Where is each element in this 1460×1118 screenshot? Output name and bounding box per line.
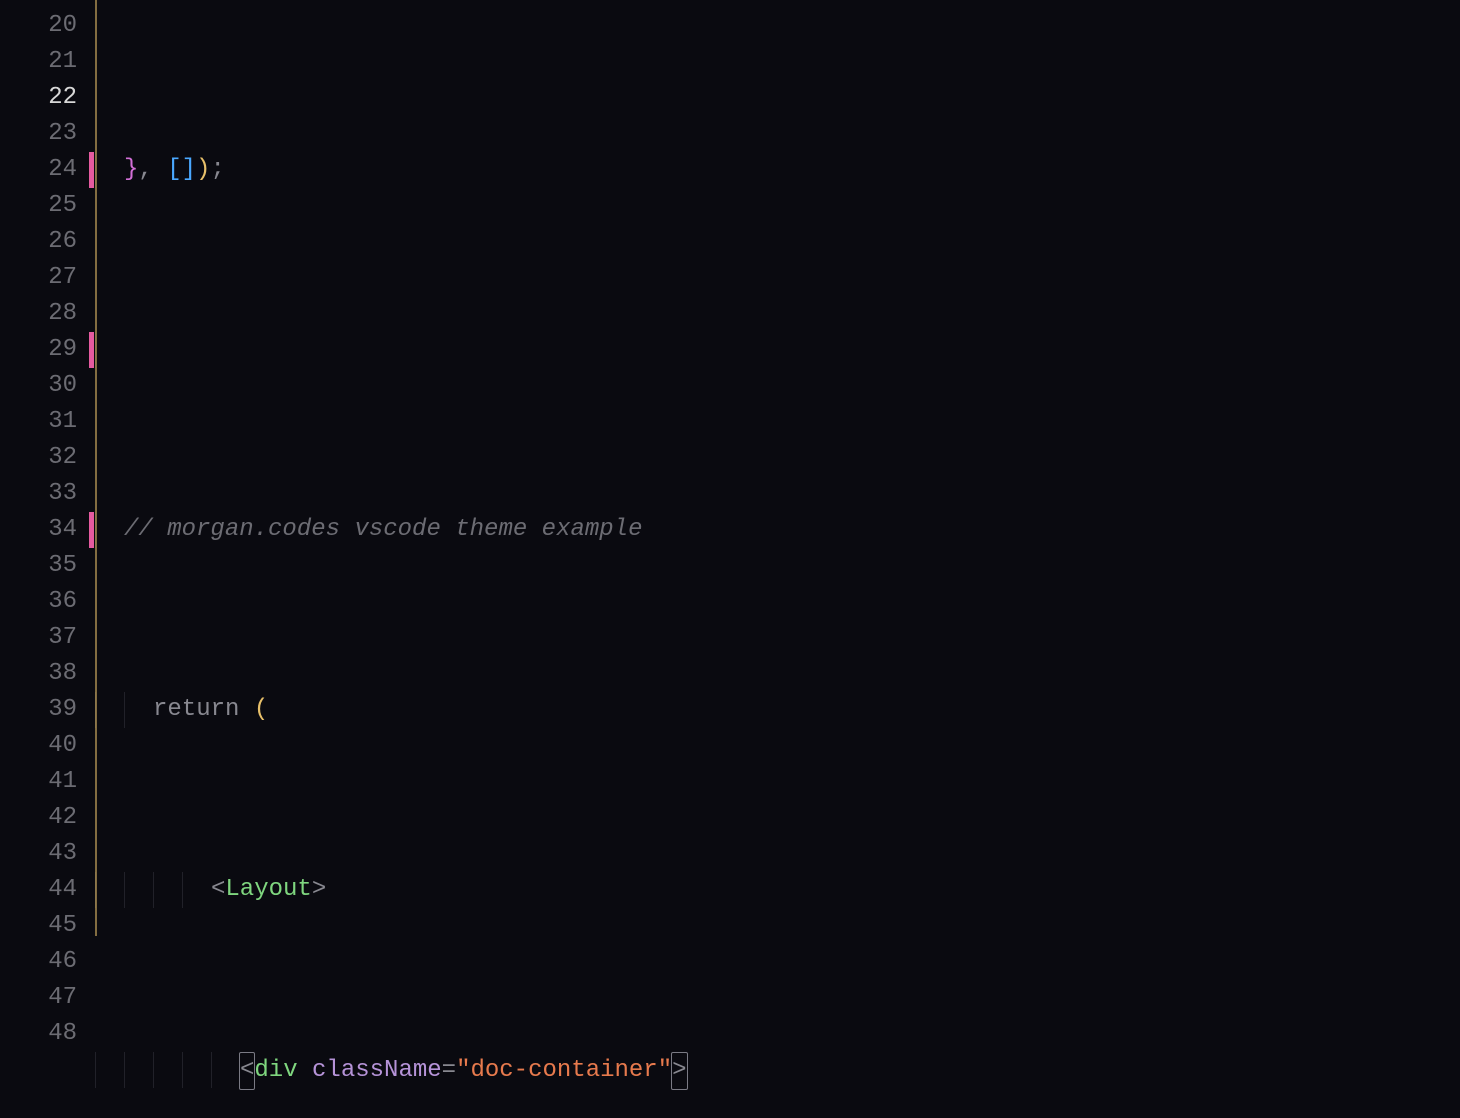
angle-open: < <box>211 876 225 903</box>
line-number: 43 <box>0 836 95 872</box>
code-line[interactable]: }, []); <box>95 152 1460 188</box>
line-number: 39 <box>0 692 95 728</box>
brace-close: } <box>124 156 138 183</box>
comma: , <box>138 156 152 183</box>
code-line[interactable]: <div className="doc-container"> <box>95 1052 1460 1088</box>
line-number: 47 <box>0 980 95 1016</box>
line-number: 35 <box>0 548 95 584</box>
line-number: 41 <box>0 764 95 800</box>
line-number: 34 <box>0 512 95 548</box>
code-line[interactable]: // morgan.codes vscode theme example <box>95 512 1460 548</box>
keyword-return: return <box>153 696 239 723</box>
code-area[interactable]: }, []); // morgan.codes vscode theme exa… <box>95 0 1460 1118</box>
paren-open: ( <box>254 696 268 723</box>
attr-classname: className <box>312 1057 442 1084</box>
line-number: 30 <box>0 368 95 404</box>
jsx-tag-div: div <box>254 1057 297 1084</box>
jsx-tag-layout: Layout <box>225 876 311 903</box>
line-number: 37 <box>0 620 95 656</box>
line-number: 32 <box>0 440 95 476</box>
line-number: 48 <box>0 1016 95 1052</box>
line-number: 27 <box>0 260 95 296</box>
line-number: 21 <box>0 44 95 80</box>
line-number: 26 <box>0 224 95 260</box>
angle-close: > <box>312 876 326 903</box>
code-line[interactable]: return ( <box>95 692 1460 728</box>
code-line[interactable] <box>95 332 1460 368</box>
block-guide <box>95 0 97 936</box>
line-number: 31 <box>0 404 95 440</box>
array-literal: [] <box>167 156 196 183</box>
line-number: 45 <box>0 908 95 944</box>
line-number: 38 <box>0 656 95 692</box>
modified-indicator <box>89 332 94 368</box>
line-number: 29 <box>0 332 95 368</box>
line-number: 28 <box>0 296 95 332</box>
line-number: 44 <box>0 872 95 908</box>
code-line[interactable]: <Layout> <box>95 872 1460 908</box>
line-number: 24 <box>0 152 95 188</box>
modified-indicator <box>89 152 94 188</box>
modified-indicator <box>89 512 94 548</box>
code-editor[interactable]: 20 21 22 23 24 25 26 27 28 29 30 31 32 3… <box>0 0 1460 1118</box>
line-number-gutter: 20 21 22 23 24 25 26 27 28 29 30 31 32 3… <box>0 0 95 1118</box>
bracket-match-open: < <box>239 1052 255 1090</box>
line-number: 22 <box>0 80 95 116</box>
line-number: 46 <box>0 944 95 980</box>
line-number: 36 <box>0 584 95 620</box>
line-number: 42 <box>0 800 95 836</box>
bracket-match-close: > <box>671 1052 687 1090</box>
paren-close: ) <box>196 156 210 183</box>
string-doc-container: doc-container <box>470 1057 657 1084</box>
comment: // morgan.codes vscode theme example <box>124 516 642 543</box>
semicolon: ; <box>210 156 224 183</box>
line-number: 20 <box>0 8 95 44</box>
line-number: 25 <box>0 188 95 224</box>
line-number: 33 <box>0 476 95 512</box>
line-number: 23 <box>0 116 95 152</box>
line-number: 40 <box>0 728 95 764</box>
